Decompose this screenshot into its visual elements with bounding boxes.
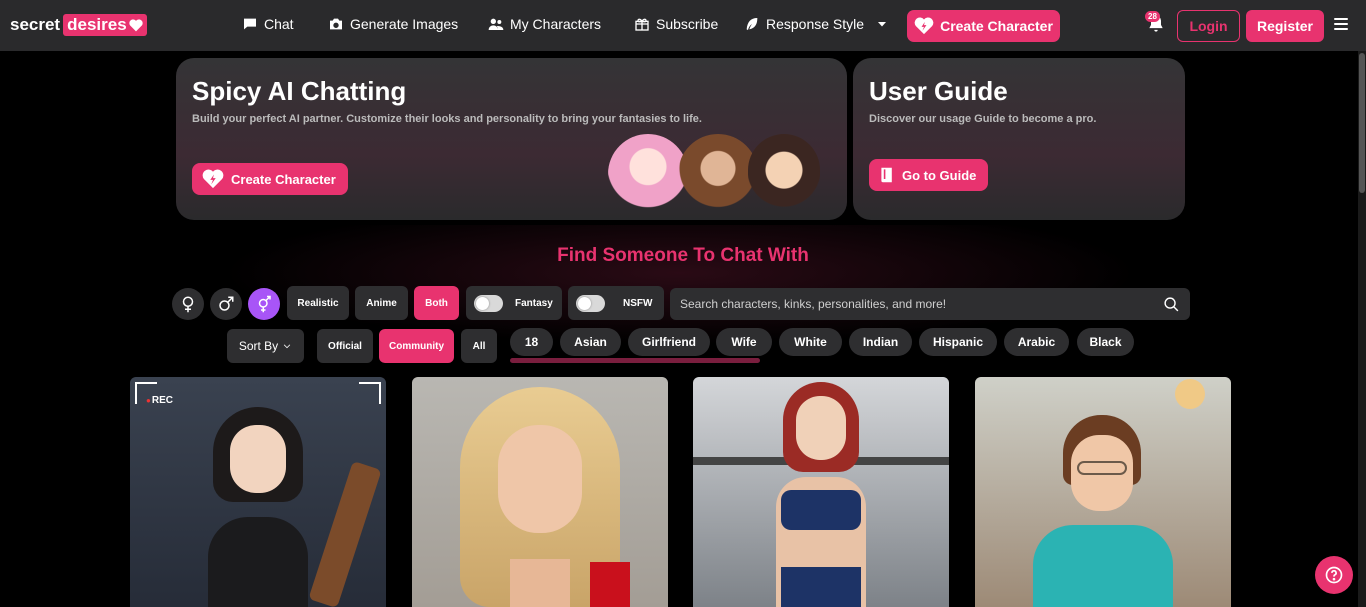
hero-card-spicy-chat: Spicy AI Chatting Build your perfect AI … bbox=[176, 58, 847, 220]
character-figure bbox=[203, 407, 313, 607]
page-scrollbar[interactable] bbox=[1358, 51, 1366, 607]
tag-indian[interactable]: Indian bbox=[849, 328, 912, 356]
avatar-realistic-woman bbox=[678, 134, 758, 220]
nav-response-style-label: Response Style bbox=[766, 16, 865, 32]
login-button[interactable]: Login bbox=[1177, 10, 1240, 42]
source-official-chip[interactable]: Official bbox=[317, 329, 373, 363]
frame-corner bbox=[359, 382, 381, 404]
hero-avatars bbox=[608, 134, 820, 220]
gender-male-button[interactable] bbox=[210, 288, 242, 320]
tag-white[interactable]: White bbox=[779, 328, 842, 356]
section-title: Find Someone To Chat With bbox=[557, 245, 809, 266]
nav-my-characters[interactable]: My Characters bbox=[488, 16, 601, 32]
search-input[interactable] bbox=[680, 297, 1163, 311]
register-button[interactable]: Register bbox=[1246, 10, 1324, 42]
guide-title: User Guide bbox=[869, 76, 1008, 106]
nav-create-character-label: Create Character bbox=[940, 18, 1053, 34]
notification-badge: 28 bbox=[1145, 11, 1160, 22]
nsfw-toggle-chip[interactable]: NSFW bbox=[568, 286, 664, 320]
logo-word-desires: desires bbox=[63, 14, 147, 36]
fantasy-toggle[interactable] bbox=[474, 294, 503, 312]
tag-girlfriend[interactable]: Girlfriend bbox=[628, 328, 710, 356]
help-icon bbox=[1325, 566, 1343, 584]
hero-title: Spicy AI Chatting bbox=[192, 76, 407, 106]
gift-icon bbox=[635, 18, 649, 31]
go-to-guide-button[interactable]: Go to Guide bbox=[869, 159, 989, 191]
nav-response-style[interactable]: Response Style bbox=[744, 16, 888, 32]
hero-subtitle: Build your perfect AI partner. Customize… bbox=[192, 113, 702, 125]
gender-both-button[interactable] bbox=[248, 288, 280, 320]
style-anime-chip[interactable]: Anime bbox=[355, 286, 408, 320]
nav-generate-images[interactable]: Generate Images bbox=[328, 16, 458, 32]
heart-bolt-icon bbox=[202, 169, 224, 189]
gender-female-button[interactable] bbox=[172, 288, 204, 320]
scrollbar-thumb[interactable] bbox=[1359, 53, 1365, 193]
nav-generate-images-label: Generate Images bbox=[350, 16, 459, 32]
nav-create-character-button[interactable]: Create Character bbox=[907, 10, 1060, 42]
nav-subscribe-label: Subscribe bbox=[656, 16, 719, 32]
hero-card-user-guide: User Guide Discover our usage Guide to b… bbox=[853, 58, 1185, 220]
help-button[interactable] bbox=[1315, 556, 1353, 594]
logo-word-desires-text: desires bbox=[67, 15, 127, 34]
avatar-anime-boy bbox=[748, 134, 820, 220]
character-card[interactable]: REC bbox=[130, 377, 386, 607]
nav-my-characters-label: My Characters bbox=[510, 16, 602, 32]
source-community-chip[interactable]: Community bbox=[379, 329, 454, 363]
character-figure bbox=[761, 382, 881, 607]
menu-icon[interactable] bbox=[1334, 18, 1348, 30]
style-realistic-chip[interactable]: Realistic bbox=[287, 286, 349, 320]
caret-down-icon bbox=[878, 22, 887, 27]
chevron-down-icon bbox=[283, 344, 291, 349]
sort-by-dropdown[interactable]: Sort By bbox=[227, 329, 304, 363]
guitar-neck bbox=[308, 460, 382, 607]
notifications-button[interactable]: 28 bbox=[1145, 11, 1166, 34]
top-nav: secret desires Chat Generate Images My C… bbox=[0, 0, 1366, 51]
rec-badge: REC bbox=[146, 395, 173, 406]
tag-hispanic[interactable]: Hispanic bbox=[919, 328, 997, 356]
character-card[interactable] bbox=[693, 377, 949, 607]
female-symbol-icon bbox=[182, 296, 194, 313]
logo[interactable]: secret desires bbox=[10, 14, 147, 36]
camera-icon bbox=[330, 18, 342, 30]
tag-18[interactable]: 18 bbox=[510, 328, 553, 356]
users-icon bbox=[488, 18, 504, 30]
nav-subscribe[interactable]: Subscribe bbox=[634, 16, 718, 32]
nav-chat-label: Chat bbox=[264, 16, 294, 32]
tag-black[interactable]: Black bbox=[1077, 328, 1134, 356]
search-bar bbox=[670, 288, 1190, 320]
lamp bbox=[1175, 379, 1205, 409]
tags-scroll-indicator[interactable] bbox=[510, 358, 760, 363]
fantasy-label: Fantasy bbox=[515, 297, 553, 309]
character-card[interactable] bbox=[412, 377, 668, 607]
tag-asian[interactable]: Asian bbox=[560, 328, 621, 356]
nsfw-label: NSFW bbox=[623, 297, 653, 309]
book-icon bbox=[881, 167, 892, 183]
guide-subtitle: Discover our usage Guide to become a pro… bbox=[869, 113, 1097, 125]
style-both-chip[interactable]: Both bbox=[414, 286, 459, 320]
search-icon[interactable] bbox=[1163, 296, 1180, 313]
tag-wife[interactable]: Wife bbox=[716, 328, 772, 356]
source-all-chip[interactable]: All bbox=[461, 329, 497, 363]
logo-word-secret: secret bbox=[10, 15, 61, 34]
male-symbol-icon bbox=[219, 296, 234, 311]
gender-both-icon bbox=[258, 295, 271, 313]
heart-icon bbox=[129, 18, 143, 31]
sort-by-label: Sort By bbox=[238, 339, 279, 353]
heart-bolt-icon bbox=[914, 17, 934, 35]
character-card[interactable] bbox=[975, 377, 1231, 607]
chat-icon bbox=[244, 18, 256, 30]
fantasy-toggle-chip[interactable]: Fantasy bbox=[466, 286, 562, 320]
feather-icon bbox=[746, 18, 758, 30]
avatar-anime-girl bbox=[608, 134, 688, 220]
tag-arabic[interactable]: Arabic bbox=[1004, 328, 1069, 356]
nav-chat[interactable]: Chat bbox=[242, 16, 294, 32]
character-figure bbox=[450, 387, 630, 607]
go-to-guide-label: Go to Guide bbox=[902, 167, 977, 183]
section-glow bbox=[220, 225, 1140, 345]
character-figure bbox=[1033, 415, 1173, 607]
hero-create-character-label: Create Character bbox=[231, 171, 336, 187]
nsfw-toggle[interactable] bbox=[576, 294, 605, 312]
hero-create-character-button[interactable]: Create Character bbox=[192, 163, 348, 195]
